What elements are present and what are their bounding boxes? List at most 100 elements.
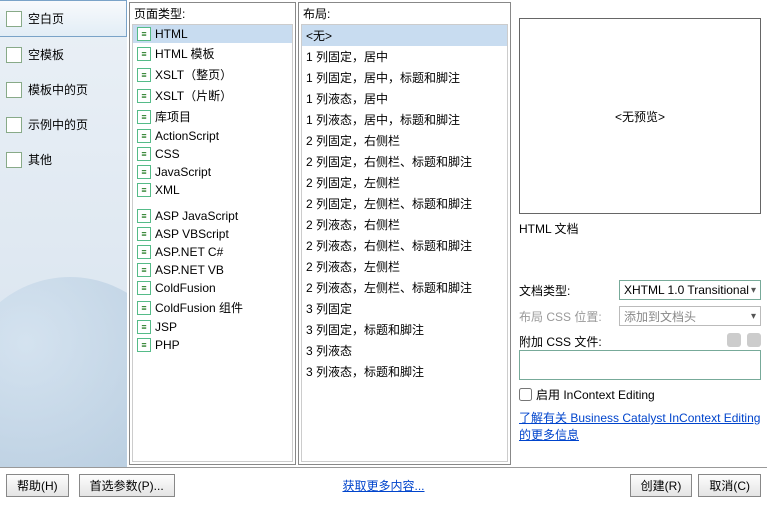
layout-item[interactable]: 2 列固定，右侧栏、标题和脚注 <box>302 151 507 172</box>
sidebar-label: 其他 <box>28 151 52 168</box>
layout-label: 1 列液态，居中 <box>306 90 388 107</box>
layout-item[interactable]: 1 列固定，居中，标题和脚注 <box>302 67 507 88</box>
page-type-item[interactable]: ≡ ASP.NET C# <box>133 243 292 261</box>
file-icon: ≡ <box>137 165 151 179</box>
layout-list[interactable]: <无> 1 列固定，居中1 列固定，居中，标题和脚注 1 列液态，居中 1 列液态，居… <box>301 24 508 462</box>
file-icon: ≡ <box>137 320 151 334</box>
page-type-item[interactable]: ≡ HTML 模板 <box>133 43 292 64</box>
layout-item[interactable]: 2 列液态，左侧栏、标题和脚注 <box>302 277 507 298</box>
layout-label: 2 列液态，右侧栏 <box>306 216 400 233</box>
page-type-item[interactable]: ≡ActionScript <box>133 127 292 145</box>
page-type-label: 库项目 <box>155 108 191 125</box>
page-type-list[interactable]: ≡ HTML ≡ HTML 模板 ≡XSLT（整页） ≡ XSLT（片断） ≡ 库项目 ≡Acti… <box>132 24 293 462</box>
file-icon: ≡ <box>137 110 151 124</box>
sidebar-item-sample[interactable]: 示例中的页 <box>0 107 127 142</box>
page-type-label: XSLT（片断） <box>155 87 232 104</box>
page-type-label: ASP VBScript <box>155 227 229 241</box>
layout-item[interactable]: 2 列液态，右侧栏、标题和脚注 <box>302 235 507 256</box>
layout-item[interactable]: 3 列液态，标题和脚注 <box>302 361 507 382</box>
layout-item[interactable]: <无> <box>302 25 507 46</box>
doctype-label: 文档类型: <box>519 282 619 299</box>
sidebar-item-other[interactable]: 其他 <box>0 142 127 177</box>
preview-caption: HTML 文档 <box>519 220 761 237</box>
prefs-button[interactable]: 首选参数(P)... <box>79 474 175 497</box>
get-more-link[interactable]: 获取更多内容... <box>342 477 424 494</box>
page-type-label: ColdFusion 组件 <box>155 299 243 316</box>
page-type-label: HTML 模板 <box>155 45 215 62</box>
layout-item[interactable]: 1 列固定，居中 <box>302 46 507 67</box>
layout-item[interactable]: 3 列固定 <box>302 298 507 319</box>
file-icon: ≡ <box>137 147 151 161</box>
enable-ice-checkbox[interactable] <box>519 388 532 401</box>
sidebar-item-template[interactable]: 空模板 <box>0 37 127 72</box>
page-type-item[interactable]: ≡ 库项目 <box>133 106 292 127</box>
page-type-item[interactable]: ≡ ColdFusion 组件 <box>133 297 292 318</box>
page-type-item[interactable]: ≡XML <box>133 181 292 199</box>
page-type-item[interactable]: ≡ASP.NET VB <box>133 261 292 279</box>
file-icon: ≡ <box>137 263 151 277</box>
footer: 帮助(H) 首选参数(P)... 获取更多内容... 创建(R) 取消(C) <box>0 468 767 503</box>
layout-label: <无> <box>306 27 332 44</box>
page-type-label: JavaScript <box>155 165 211 179</box>
sidebar-label: 空白页 <box>28 10 64 27</box>
sidebar-label: 模板中的页 <box>28 81 88 98</box>
page-type-item[interactable]: ≡ASP JavaScript <box>133 207 292 225</box>
doctype-select[interactable]: XHTML 1.0 Transitional ▾ <box>619 280 761 300</box>
layout-item[interactable]: 2 列固定，左侧栏、标题和脚注 <box>302 193 507 214</box>
page-type-item[interactable]: ≡ JavaScript <box>133 163 292 181</box>
file-icon: ≡ <box>137 89 151 103</box>
page-type-label: HTML <box>155 27 188 41</box>
preview-box: <无预览> <box>519 18 761 214</box>
create-button[interactable]: 创建(R) <box>630 474 693 497</box>
page-type-item[interactable]: ≡ASP VBScript <box>133 225 292 243</box>
layout-item[interactable]: 2 列液态，左侧栏 <box>302 256 507 277</box>
layout-item[interactable]: 2 列固定，右侧栏 <box>302 130 507 151</box>
file-icon: ≡ <box>137 27 151 41</box>
file-icon: ≡ <box>137 183 151 197</box>
sidebar-label: 空模板 <box>28 46 64 63</box>
attach-label: 附加 CSS 文件: <box>519 333 619 350</box>
page-type-item[interactable]: ≡ColdFusion <box>133 279 292 297</box>
layout-item[interactable]: 1 列液态，居中，标题和脚注 <box>302 109 507 130</box>
page-type-column: 页面类型: ≡HTML≡HTML 模板≡XSLT（整页）≡XSLT（片断）≡库项… <box>129 2 296 465</box>
layout-item[interactable]: 3 列液态 <box>302 340 507 361</box>
page-icon <box>6 117 22 133</box>
page-type-label: ColdFusion <box>155 281 216 295</box>
page-type-item[interactable]: ≡XSLT（整页） <box>133 64 292 85</box>
attach-css-input[interactable] <box>519 350 761 380</box>
layout-label: 2 列固定，左侧栏 <box>306 174 400 191</box>
sidebar-item-template-page[interactable]: 模板中的页 <box>0 72 127 107</box>
page-type-item[interactable]: ≡ JSP <box>133 318 292 336</box>
sidebar-label: 示例中的页 <box>28 116 88 133</box>
layout-item[interactable]: 2 列液态，右侧栏 <box>302 214 507 235</box>
page-type-label: ASP.NET C# <box>155 245 223 259</box>
help-button[interactable]: 帮助(H) <box>6 474 69 497</box>
page-type-item[interactable]: ≡ XSLT（片断） <box>133 85 292 106</box>
file-icon: ≡ <box>137 338 151 352</box>
cancel-button[interactable]: 取消(C) <box>698 474 761 497</box>
sidebar: 空白页 空模板 模板中的页 示例中的页 其他 <box>0 0 127 467</box>
page-type-label: JSP <box>155 320 177 334</box>
layout-header: 布局: <box>299 3 510 24</box>
layout-label: 3 列液态，标题和脚注 <box>306 363 424 380</box>
learn-more-link[interactable]: 了解有关 Business Catalyst InContext Editing… <box>519 409 761 443</box>
page-icon <box>6 82 22 98</box>
layout-item[interactable]: 1 列液态，居中 <box>302 88 507 109</box>
layout-label: 3 列固定 <box>306 300 352 317</box>
trash-icon[interactable] <box>747 333 761 347</box>
link-icon[interactable] <box>727 333 741 347</box>
page-type-item[interactable]: ≡CSS <box>133 145 292 163</box>
sidebar-item-blank[interactable]: 空白页 <box>0 0 127 37</box>
page-type-item[interactable]: ≡PHP <box>133 336 292 354</box>
file-icon: ≡ <box>137 47 151 61</box>
chevron-down-icon: ▾ <box>751 285 756 296</box>
layout-label: 3 列固定，标题和脚注 <box>306 321 424 338</box>
layout-label: 2 列固定，左侧栏、标题和脚注 <box>306 195 472 212</box>
layout-item[interactable]: 3 列固定，标题和脚注 <box>302 319 507 340</box>
page-type-item[interactable]: ≡ HTML <box>133 25 292 43</box>
layout-item[interactable]: 2 列固定，左侧栏 <box>302 172 507 193</box>
file-icon: ≡ <box>137 301 151 315</box>
page-type-label: ASP JavaScript <box>155 209 238 223</box>
no-preview-text: <无预览> <box>615 108 665 125</box>
file-icon: ≡ <box>137 245 151 259</box>
